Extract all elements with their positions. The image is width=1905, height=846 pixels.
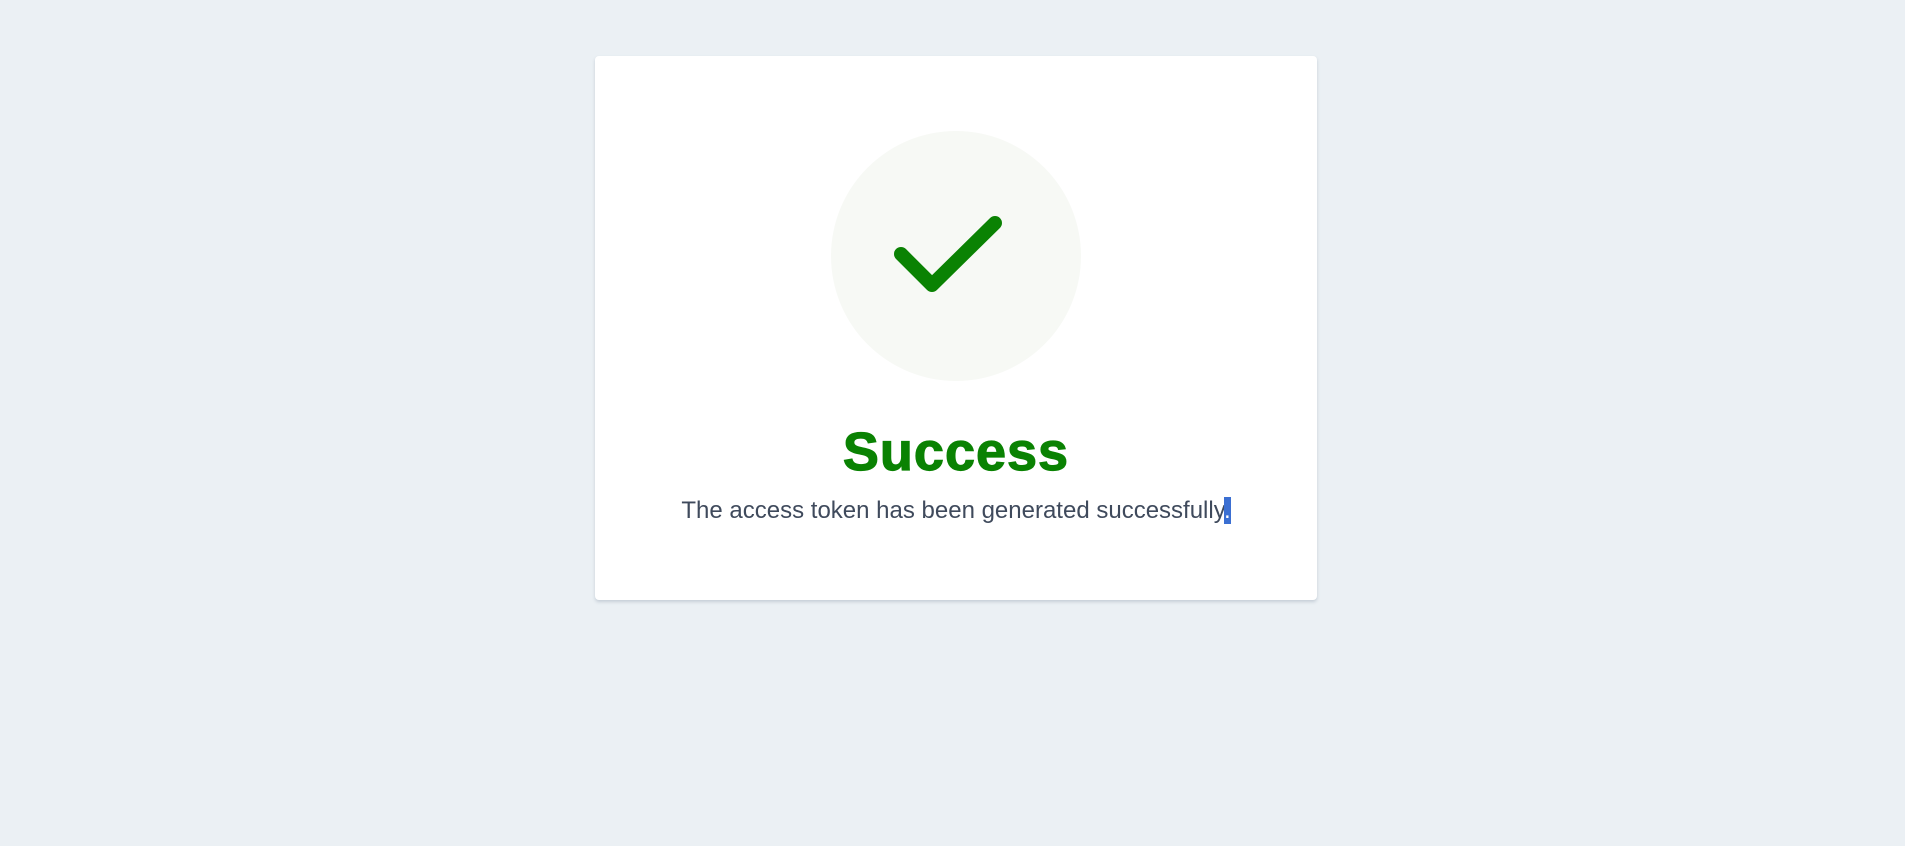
success-card: Success The access token has been genera… — [595, 56, 1317, 600]
success-message-text: The access token has been generated succ… — [681, 497, 1224, 524]
success-title: Success — [842, 421, 1070, 482]
success-icon-circle — [831, 131, 1081, 381]
selected-text: . — [1223, 497, 1231, 524]
checkmark-icon — [894, 216, 1002, 292]
success-message: The access token has been generated succ… — [595, 494, 1317, 528]
